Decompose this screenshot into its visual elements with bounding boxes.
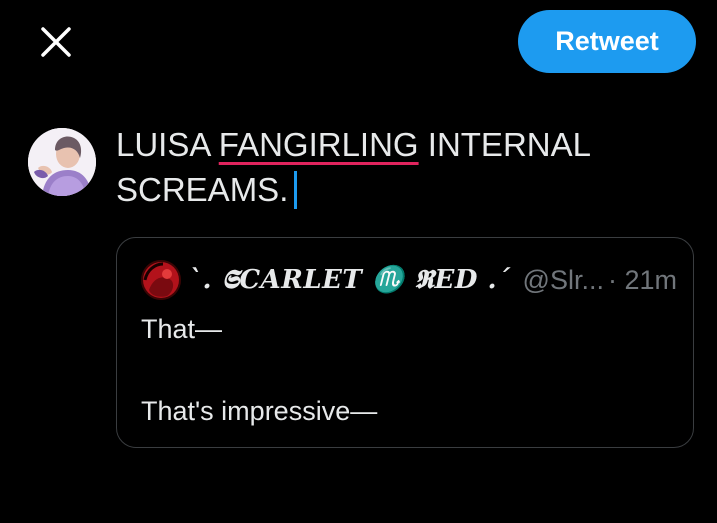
close-icon (41, 27, 71, 57)
quoted-tweet-header: `. 𝕾CARLET ♏ 𝕽ED .´ @Slr... · 21m (141, 258, 677, 302)
user-avatar[interactable] (28, 128, 96, 196)
compose-text-part1: LUISA (116, 126, 219, 163)
text-caret (294, 171, 298, 209)
retweet-compose-screen: Retweet LUISA FANGIRLING INTERNAL SCREAM… (0, 0, 717, 523)
quoted-display-name: `. 𝕾CARLET ♏ 𝕽ED .´ (189, 264, 511, 295)
quoted-user-avatar (141, 260, 181, 300)
quoted-tweet-body: That— That's impressive— (141, 308, 377, 432)
quoted-user-avatar-image (141, 260, 181, 300)
tweet-compose-text[interactable]: LUISA FANGIRLING INTERNAL SCREAMS. (116, 122, 696, 212)
quoted-handle: @Slr... (522, 264, 604, 295)
user-avatar-image (28, 128, 96, 196)
close-button[interactable] (30, 16, 82, 68)
quoted-tweet-card[interactable]: `. 𝕾CARLET ♏ 𝕽ED .´ @Slr... · 21m That— … (116, 237, 694, 448)
quoted-tweet-line-1: That— (141, 314, 223, 344)
quoted-tweet-line-2: That's impressive— (141, 396, 378, 426)
misspelled-word[interactable]: FANGIRLING (219, 126, 419, 163)
quoted-timestamp: · 21m (607, 264, 677, 295)
retweet-button[interactable]: Retweet (518, 10, 696, 73)
